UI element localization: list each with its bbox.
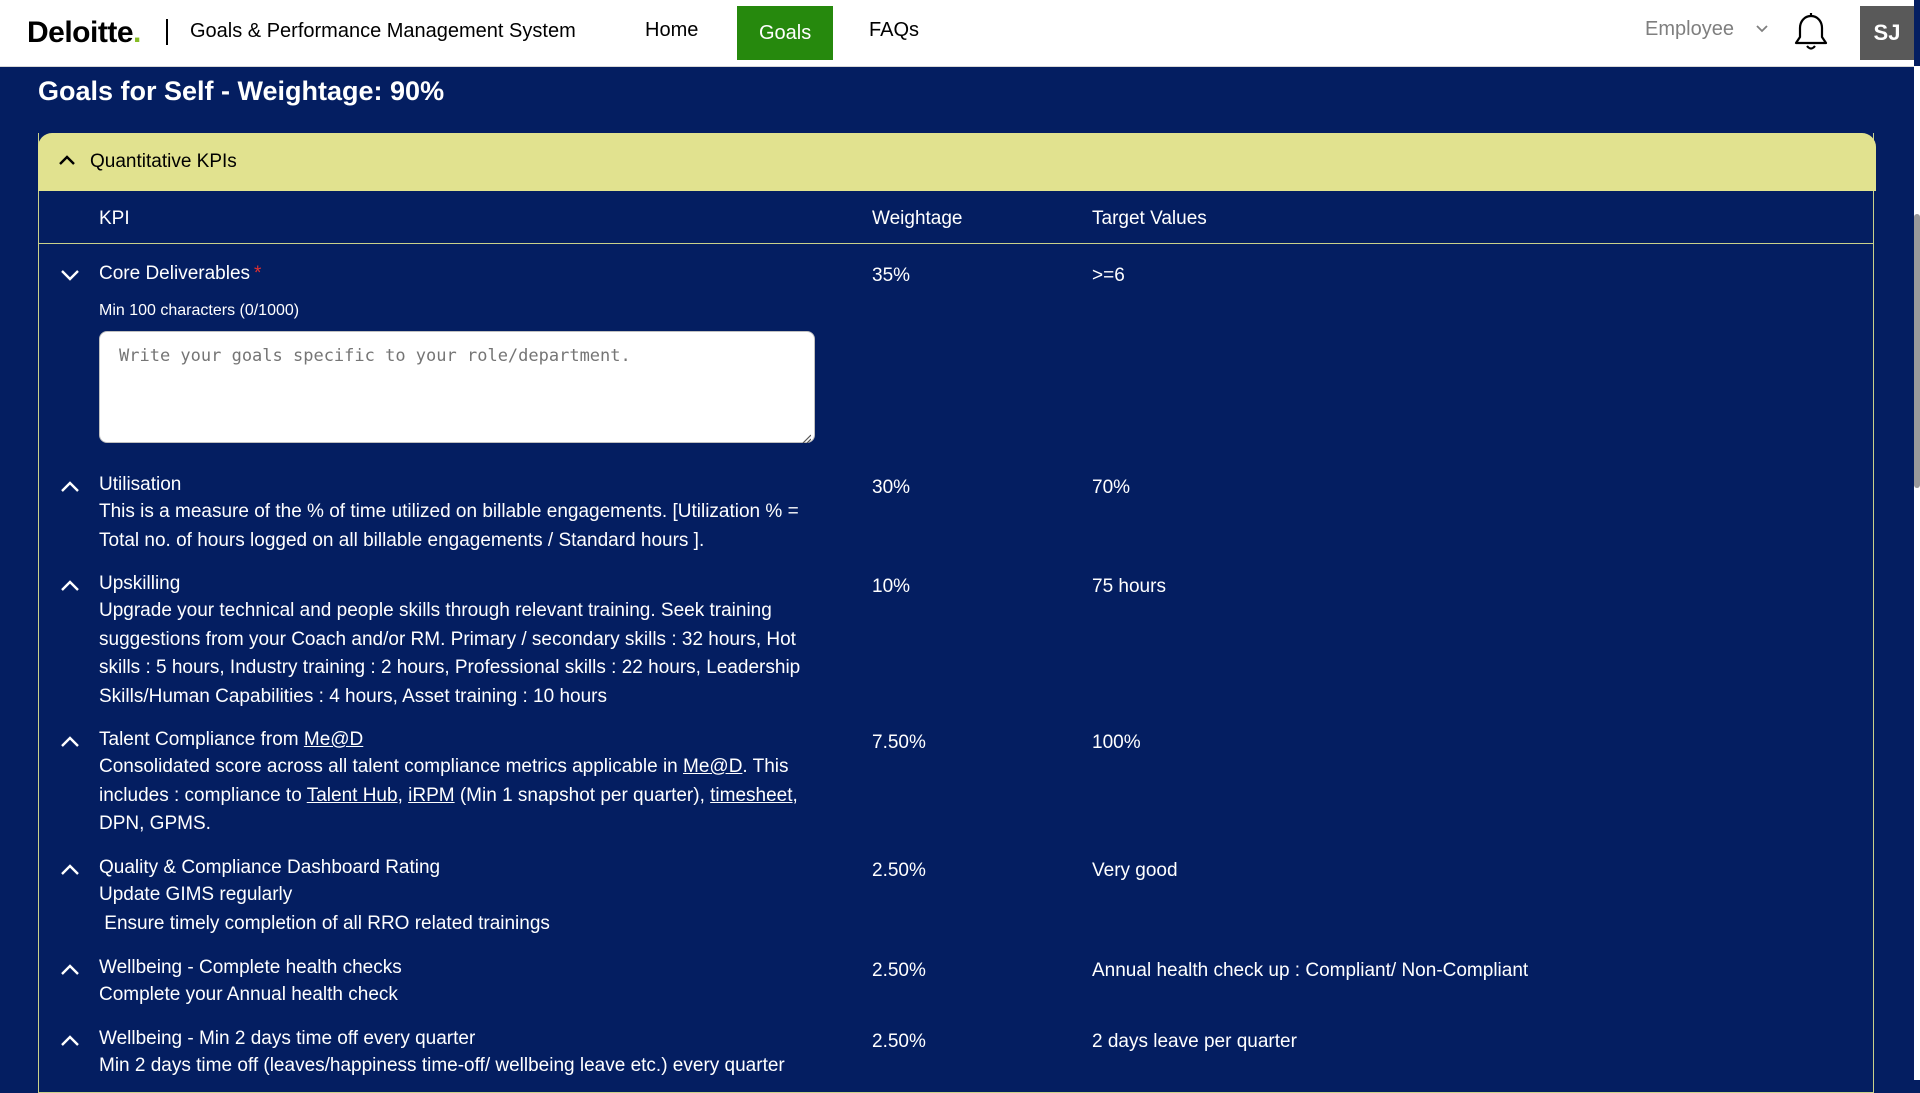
weightage-value: 2.50%	[872, 960, 926, 981]
nav-faqs[interactable]: FAQs	[847, 0, 941, 60]
kpi-description-utilisation: This is a measure of the % of time utili…	[99, 501, 799, 551]
target-value: 75 hours	[1092, 576, 1166, 597]
bell-icon[interactable]	[1793, 12, 1829, 52]
page-title: Goals for Self - Weightage: 90%	[38, 76, 445, 106]
kpi-description-upskilling: Upgrade your technical and people skills…	[99, 600, 801, 707]
weightage-value: 2.50%	[872, 860, 926, 881]
chevron-up-icon[interactable]	[58, 858, 82, 882]
kpi-description-wellbeing-time-off: Min 2 days time off (leaves/happiness ti…	[99, 1055, 785, 1076]
kpi-title-upskilling: Upskilling	[99, 573, 181, 594]
column-header-kpi: KPI	[99, 208, 130, 229]
kpi-title-quality-compliance: Quality & Compliance Dashboard Rating	[99, 857, 441, 878]
weightage-value: 10%	[872, 576, 911, 597]
chevron-up-icon[interactable]	[58, 1029, 82, 1053]
irpm-link[interactable]: iRPM	[408, 785, 454, 806]
target-value: >=6	[1092, 265, 1125, 286]
chevron-down-icon[interactable]	[58, 263, 82, 287]
role-select-value: Employee	[1645, 18, 1734, 40]
resize-handle-icon[interactable]	[801, 430, 812, 444]
accordion-header-quantitative-kpis[interactable]: Quantitative KPIs	[38, 133, 1876, 191]
weightage-value: 2.50%	[872, 1031, 926, 1052]
target-value: 70%	[1092, 477, 1131, 498]
kpi-description-quality-compliance: Update GIMS regularly Ensure timely comp…	[99, 884, 550, 934]
scrollbar-thumb[interactable]	[1914, 214, 1920, 488]
weightage-value: 35%	[872, 265, 911, 286]
required-marker: *	[254, 263, 262, 284]
header-divider-line	[38, 243, 1874, 244]
chevron-up-icon[interactable]	[58, 958, 82, 982]
character-count-hint: Min 100 characters (0/1000)	[99, 302, 300, 319]
target-value: Annual health check up : Compliant/ Non-…	[1092, 960, 1529, 981]
chevron-down-icon	[1755, 16, 1768, 39]
deloitte-logo[interactable]: Deloitte.	[27, 16, 141, 50]
target-value: 100%	[1092, 732, 1141, 753]
me-at-d-link[interactable]: Me@D	[304, 729, 363, 750]
kpi-title-talent-compliance: Talent Compliance from Me@D	[99, 729, 364, 750]
chevron-up-icon[interactable]	[58, 475, 82, 499]
weightage-value: 30%	[872, 477, 911, 498]
chevron-up-icon[interactable]	[58, 730, 82, 754]
kpi-title-wellbeing-health-checks: Wellbeing - Complete health checks	[99, 957, 402, 978]
column-header-weightage: Weightage	[872, 208, 963, 229]
app-title: Goals & Performance Management System	[190, 20, 576, 42]
nav-goals[interactable]: Goals	[737, 6, 834, 60]
user-avatar[interactable]: SJ	[1860, 6, 1914, 60]
role-select[interactable]: Employee	[1645, 16, 1768, 41]
kpi-title-wellbeing-time-off: Wellbeing - Min 2 days time off every qu…	[99, 1028, 476, 1049]
kpi-description-talent-compliance: Consolidated score across all talent com…	[99, 756, 798, 834]
target-value: 2 days leave per quarter	[1092, 1031, 1297, 1052]
chevron-up-icon[interactable]	[58, 574, 82, 598]
header-divider	[166, 19, 168, 45]
kpi-description-wellbeing-health-checks: Complete your Annual health check	[99, 984, 398, 1005]
talent-hub-link[interactable]: Talent Hub	[307, 785, 398, 806]
chevron-up-icon	[58, 151, 76, 174]
me-at-d-link[interactable]: Me@D	[683, 756, 742, 777]
column-header-target-values: Target Values	[1092, 208, 1207, 229]
accordion-title: Quantitative KPIs	[90, 151, 237, 172]
nav-home[interactable]: Home	[623, 0, 720, 60]
core-deliverables-goal-input[interactable]	[99, 331, 815, 443]
timesheet-link[interactable]: timesheet	[710, 785, 792, 806]
weightage-value: 7.50%	[872, 732, 926, 753]
top-navigation-bar: Deloitte. Goals & Performance Management…	[0, 0, 1914, 67]
kpi-title-utilisation: Utilisation	[99, 474, 182, 495]
kpi-title-core-deliverables: Core Deliverables *	[99, 263, 262, 284]
target-value: Very good	[1092, 860, 1178, 881]
